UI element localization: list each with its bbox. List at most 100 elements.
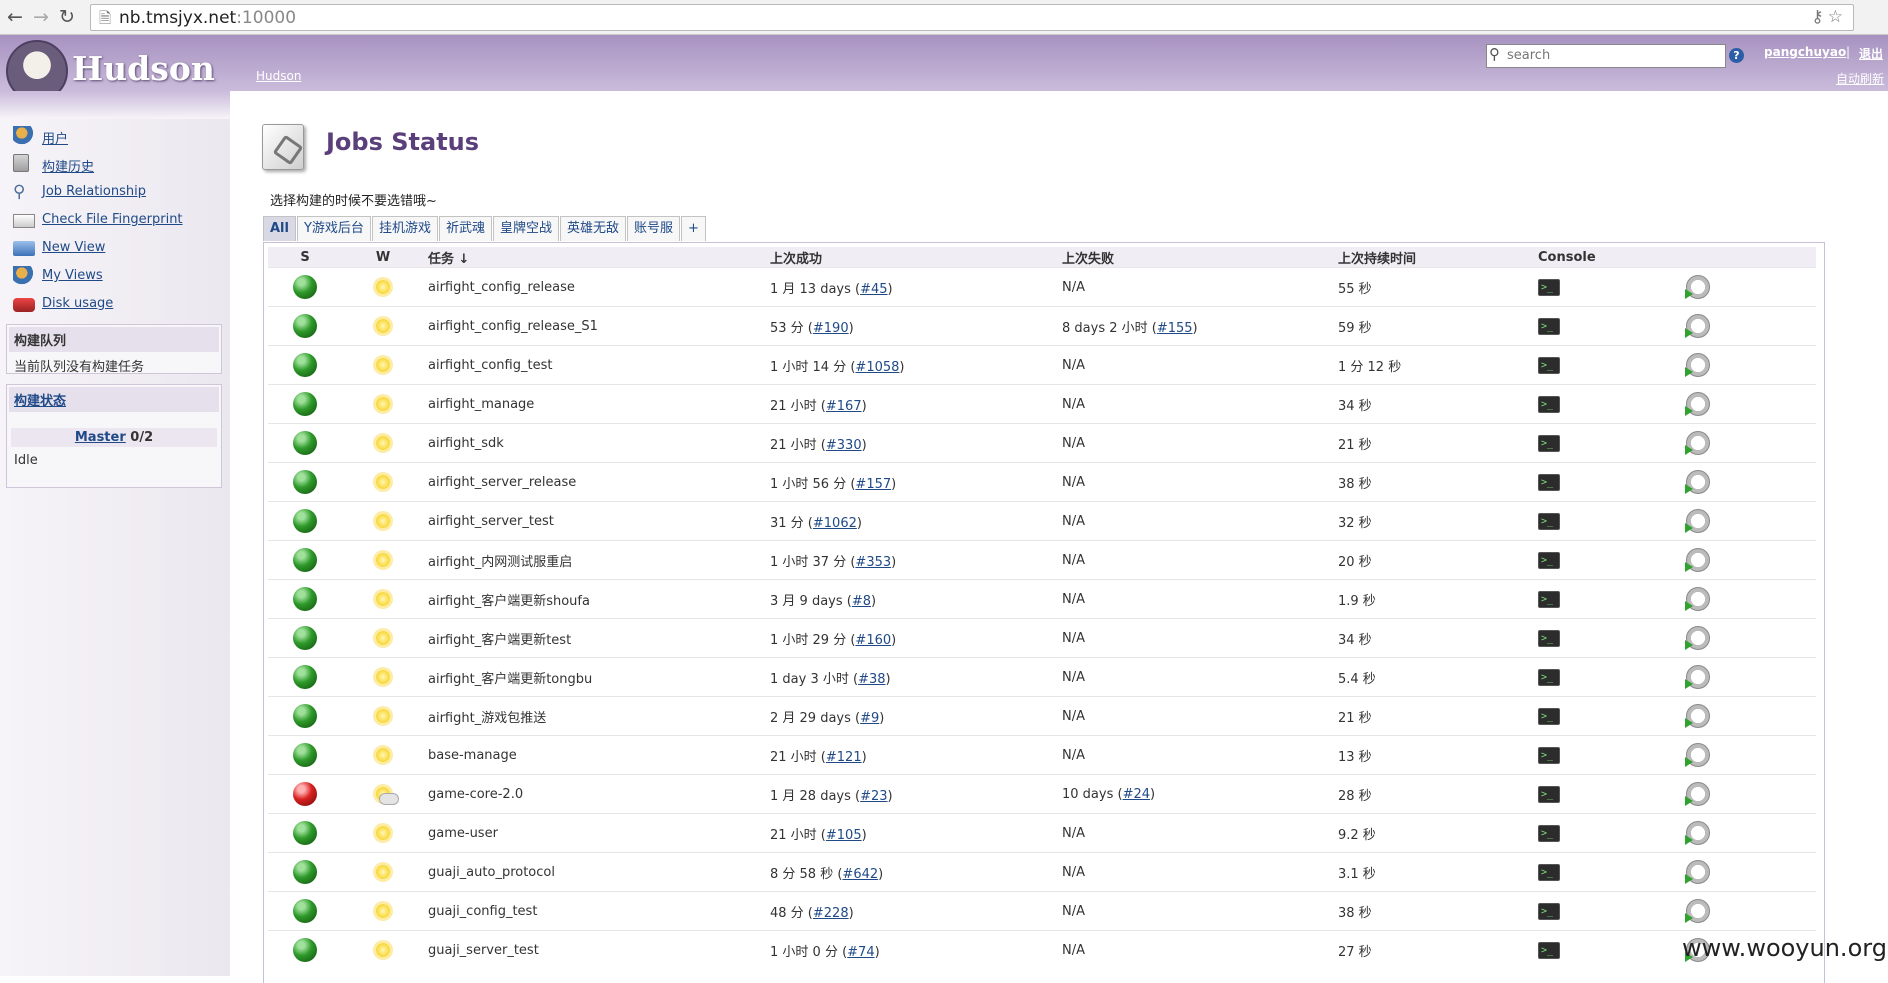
console-icon[interactable]: >_ [1538,317,1560,335]
schedule-build-icon[interactable] [1685,587,1710,611]
console-icon[interactable]: >_ [1538,941,1560,959]
schedule-build-icon[interactable] [1685,743,1710,767]
job-name-link[interactable]: airfight_客户端更新tongbu [428,672,592,687]
last-success-build-link[interactable]: #353 [855,555,891,570]
job-name-link[interactable]: airfight_客户端更新test [428,633,571,648]
console-icon[interactable]: >_ [1538,746,1560,764]
star-icon[interactable]: ☆ [1828,7,1847,27]
last-success-build-link[interactable]: #190 [813,321,849,336]
console-icon[interactable]: >_ [1538,707,1560,725]
job-name-link[interactable]: base-manage [428,748,517,763]
tab-y-game-backend[interactable]: Y游戏后台 [296,216,371,241]
job-name-link[interactable]: airfight_config_release_S1 [428,319,598,334]
address-bar[interactable]: 🗎 nb.tmsjyx.net:10000 ⚷☆ [90,4,1854,31]
column-header-job[interactable]: 任务 ↓ [424,247,766,268]
last-success-build-link[interactable]: #121 [826,750,862,765]
schedule-build-icon[interactable] [1685,665,1710,689]
sidebar-item-label[interactable]: 构建历史 [42,156,94,175]
sidebar-item-label[interactable]: 用户 [42,128,68,147]
job-name-link[interactable]: airfight_config_test [428,358,552,373]
last-success-build-link[interactable]: #105 [826,828,862,843]
last-failure-build-link[interactable]: #24 [1123,787,1150,802]
console-icon[interactable]: >_ [1538,668,1560,686]
search-box[interactable]: ⚲ [1486,44,1726,68]
console-icon[interactable]: >_ [1538,434,1560,452]
job-name-link[interactable]: airfight_server_release [428,475,576,490]
last-success-build-link[interactable]: #1058 [855,360,899,375]
column-header-last-duration[interactable]: 上次持续时间 [1334,247,1534,268]
job-name-link[interactable]: guaji_auto_protocol [428,865,555,880]
job-name-link[interactable]: airfight_游戏包推送 [428,711,546,726]
last-success-build-link[interactable]: #167 [826,399,862,414]
console-icon[interactable]: >_ [1538,785,1560,803]
job-name-link[interactable]: airfight_config_release [428,280,575,295]
last-success-build-link[interactable]: #8 [852,594,871,609]
last-failure-build-link[interactable]: #155 [1157,321,1193,336]
breadcrumb-hudson[interactable]: Hudson [256,69,301,83]
last-success-build-link[interactable]: #23 [860,789,887,804]
schedule-build-icon[interactable] [1685,548,1710,572]
schedule-build-icon[interactable] [1685,353,1710,377]
column-header-last-success[interactable]: 上次成功 [766,247,1058,268]
tab-add-view[interactable]: + [681,216,706,241]
logo-text[interactable]: Hudson [72,49,215,88]
sidebar-item-label[interactable]: Job Relationship [42,184,146,199]
search-input[interactable] [1507,47,1717,63]
job-name-link[interactable]: airfight_manage [428,397,534,412]
schedule-build-icon[interactable] [1685,704,1710,728]
column-header-last-failure[interactable]: 上次失败 [1058,247,1334,268]
tab-all[interactable]: All [263,216,296,241]
column-header-weather[interactable]: W [342,247,424,268]
job-name-link[interactable]: airfight_客户端更新shoufa [428,594,590,609]
schedule-build-icon[interactable] [1685,509,1710,533]
help-icon[interactable]: ? [1729,48,1744,63]
logout-link[interactable]: 退出 [1859,45,1883,62]
last-success-build-link[interactable]: #74 [847,945,874,960]
last-success-build-link[interactable]: #642 [842,867,878,882]
schedule-build-icon[interactable] [1685,626,1710,650]
job-name-link[interactable]: airfight_内网测试服重启 [428,555,572,570]
schedule-build-icon[interactable] [1685,470,1710,494]
sidebar-item-label[interactable]: My Views [42,268,103,283]
auto-refresh-link[interactable]: 自动刷新 [1836,70,1884,87]
schedule-build-icon[interactable] [1685,275,1710,299]
job-name-link[interactable]: airfight_server_test [428,514,554,529]
schedule-build-icon[interactable] [1685,899,1710,923]
schedule-build-icon[interactable] [1685,821,1710,845]
last-success-build-link[interactable]: #330 [826,438,862,453]
last-success-build-link[interactable]: #1062 [813,516,857,531]
console-icon[interactable]: >_ [1538,590,1560,608]
console-icon[interactable]: >_ [1538,512,1560,530]
schedule-build-icon[interactable] [1685,860,1710,884]
tab-account-server[interactable]: 账号服 [627,216,681,241]
job-name-link[interactable]: airfight_sdk [428,436,504,451]
console-icon[interactable]: >_ [1538,395,1560,413]
last-success-build-link[interactable]: #38 [858,672,885,687]
console-icon[interactable]: >_ [1538,278,1560,296]
back-arrow-icon[interactable]: ← [4,6,26,28]
master-link[interactable]: Master [75,430,126,445]
reload-icon[interactable]: ↻ [56,6,78,28]
tab-qiwuhun[interactable]: 祈武魂 [438,216,492,241]
sidebar-item-label[interactable]: Check File Fingerprint [42,212,183,227]
console-icon[interactable]: >_ [1538,863,1560,881]
user-link[interactable]: pangchuyao [1764,45,1846,59]
console-icon[interactable]: >_ [1538,902,1560,920]
job-name-link[interactable]: guaji_config_test [428,904,537,919]
key-icon[interactable]: ⚷ [1811,7,1827,27]
schedule-build-icon[interactable] [1685,314,1710,338]
sidebar-item-label[interactable]: New View [42,240,105,255]
tab-ace-combat[interactable]: 皇牌空战 [492,216,559,241]
job-name-link[interactable]: guaji_server_test [428,943,539,958]
tab-heroes[interactable]: 英雄无敌 [559,216,626,241]
console-icon[interactable]: >_ [1538,629,1560,647]
schedule-build-icon[interactable] [1685,392,1710,416]
last-success-build-link[interactable]: #9 [860,711,879,726]
console-icon[interactable]: >_ [1538,473,1560,491]
executor-title[interactable]: 构建状态 [14,394,66,409]
job-name-link[interactable]: game-user [428,826,498,841]
schedule-build-icon[interactable] [1685,431,1710,455]
tab-idle-game[interactable]: 挂机游戏 [371,216,438,241]
last-success-build-link[interactable]: #45 [860,282,887,297]
schedule-build-icon[interactable] [1685,782,1710,806]
